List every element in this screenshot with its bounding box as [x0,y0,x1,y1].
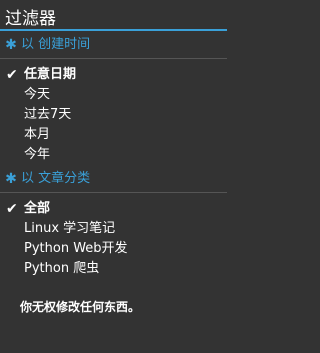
filter-option-today[interactable]: 今天 [0,85,227,105]
filter-panel: 过滤器 ✱ 以 创建时间 ✔ 任意日期 今天 过去7天 本月 今年 ✱ 以 文章… [0,0,227,353]
section-heading: 以 文章分类 [21,171,91,186]
section-heading: 以 创建时间 [21,37,91,52]
filter-option-this-year[interactable]: 今年 [0,145,227,165]
checkmark-icon: ✔ [6,201,18,217]
option-label: Python Web开发 [24,241,128,256]
panel-title: 过滤器 [5,9,56,29]
article-category-options: ✔ 全部 Linux 学习笔记 Python Web开发 Python 爬虫 [0,199,227,279]
option-label: Linux 学习笔记 [24,221,116,236]
filter-option-python-web[interactable]: Python Web开发 [0,239,227,259]
filter-option-this-month[interactable]: 本月 [0,125,227,145]
option-label: 今年 [24,147,51,162]
option-label: 任意日期 [24,67,77,82]
section-header-created-time: ✱ 以 创建时间 [0,37,227,53]
checkmark-icon: ✔ [6,67,18,83]
filter-option-linux-notes[interactable]: Linux 学习笔记 [0,219,227,239]
asterisk-icon: ✱ [5,37,17,53]
created-time-options: ✔ 任意日期 今天 过去7天 本月 今年 [0,65,227,165]
option-label: 今天 [24,87,51,102]
option-label: 全部 [24,201,51,216]
filter-option-all[interactable]: ✔ 全部 [0,199,227,219]
filter-option-last-7-days[interactable]: 过去7天 [0,105,227,125]
filter-option-any-date[interactable]: ✔ 任意日期 [0,65,227,85]
permission-notice: 你无权修改任何东西。 [20,300,141,314]
filter-option-python-crawler[interactable]: Python 爬虫 [0,259,227,279]
option-label: 过去7天 [24,107,72,122]
option-label: Python 爬虫 [24,261,100,276]
section-header-article-category: ✱ 以 文章分类 [0,171,227,187]
option-label: 本月 [24,127,51,142]
asterisk-icon: ✱ [5,171,17,187]
